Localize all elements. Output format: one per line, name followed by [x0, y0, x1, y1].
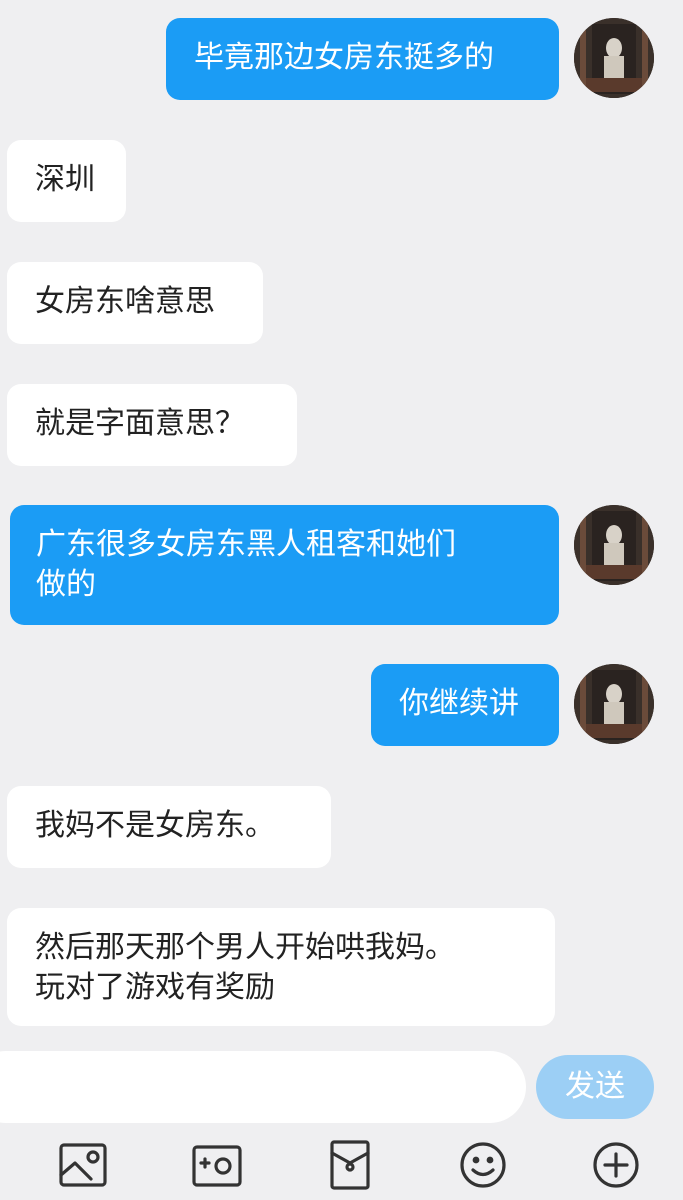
chat-message-list[interactable]: 毕竟那边女房东挺多的 深圳 女房东啥意思 就是字面意思？ 广东很多女房东黑人租客…	[0, 0, 683, 1035]
image-icon[interactable]	[57, 1139, 109, 1191]
message-bubble-outgoing[interactable]: 你继续讲	[371, 664, 559, 746]
message-bubble-outgoing[interactable]: 广东很多女房东黑人租客和她们 做的	[10, 505, 559, 625]
message-bubble-incoming[interactable]: 我妈不是女房东。	[7, 786, 331, 868]
message-bubble-incoming[interactable]: 深圳	[7, 140, 126, 222]
message-bubble-incoming[interactable]: 然后那天那个男人开始哄我妈。 玩对了游戏有奖励	[7, 908, 555, 1026]
user-avatar[interactable]	[574, 664, 654, 744]
composer-bar: 发送	[0, 1035, 683, 1127]
message-input[interactable]	[0, 1051, 526, 1123]
camera-icon[interactable]	[191, 1139, 243, 1191]
message-bubble-incoming[interactable]: 女房东啥意思	[7, 262, 263, 344]
user-avatar[interactable]	[574, 505, 654, 585]
message-bubble-outgoing[interactable]: 毕竟那边女房东挺多的	[166, 18, 559, 100]
send-button[interactable]: 发送	[536, 1055, 654, 1119]
user-avatar[interactable]	[574, 18, 654, 98]
message-bubble-incoming[interactable]: 就是字面意思？	[7, 384, 297, 466]
input-toolbar	[0, 1127, 683, 1200]
plus-icon[interactable]	[590, 1139, 642, 1191]
emoji-icon[interactable]	[457, 1139, 509, 1191]
red-envelope-icon[interactable]	[324, 1139, 376, 1191]
